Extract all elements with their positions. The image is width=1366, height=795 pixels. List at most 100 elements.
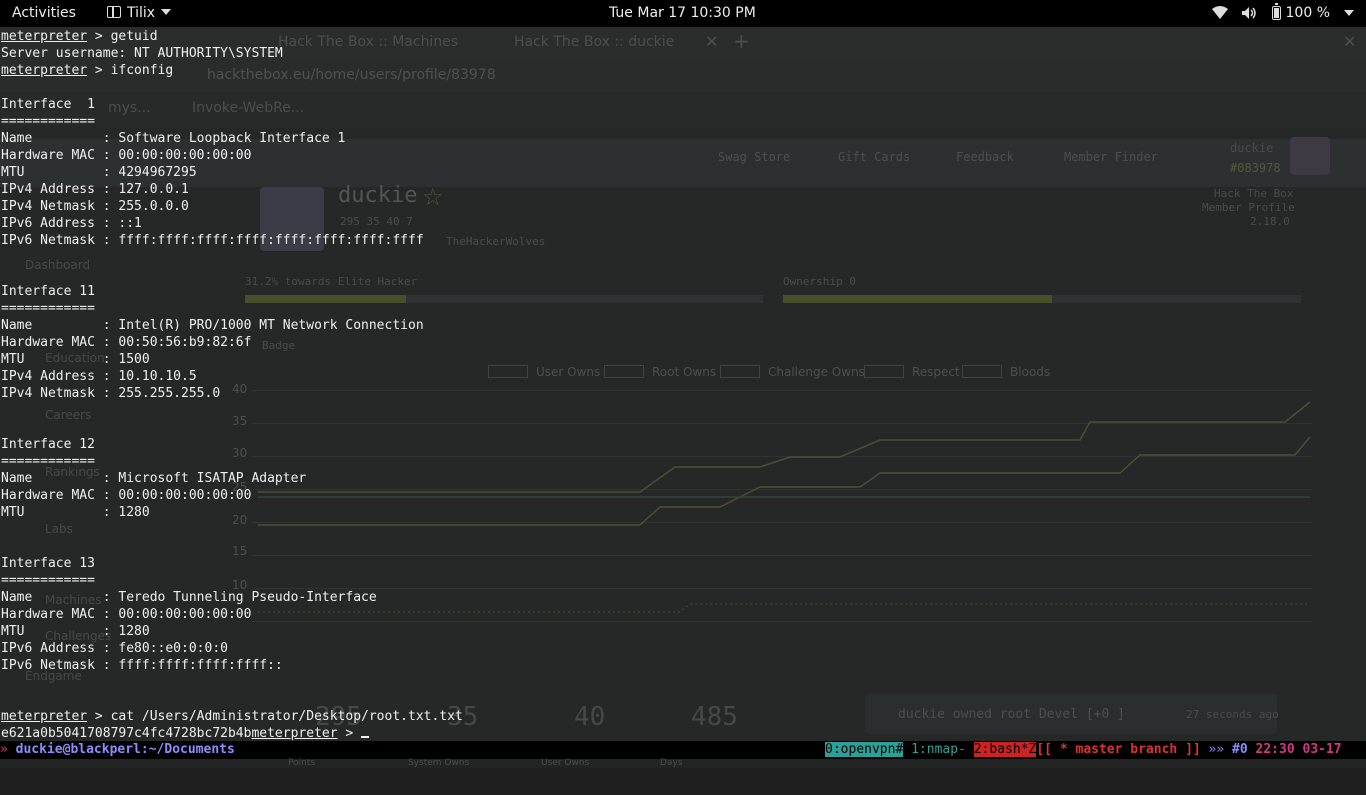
terminal-line: Interface 12 bbox=[1, 436, 463, 453]
terminal-line: e621a0b5041708797c4fc4728bc72b4bmeterpre… bbox=[1, 725, 463, 742]
terminal-text: MTU : 1280 bbox=[1, 505, 150, 520]
terminal-text: Hardware MAC : 00:00:00:00:00:00 bbox=[1, 607, 252, 622]
status-segment: duckie@blackperl:~/Documents bbox=[15, 742, 235, 757]
status-segment: » bbox=[0, 742, 16, 757]
battery-percent: 100 % bbox=[1285, 5, 1330, 21]
terminal-line: meterpreter > getuid bbox=[1, 28, 463, 45]
background-stat-labels: Points System Owns User Owns Days bbox=[0, 758, 1366, 768]
prompt-label: meterpreter bbox=[1, 709, 88, 724]
terminal-text: IPv4 Address : 10.10.10.5 bbox=[1, 369, 197, 384]
terminal-line: meterpreter > cat /Users/Administrator/D… bbox=[1, 708, 463, 725]
stat-label-points: Points bbox=[288, 758, 316, 768]
terminal-line: Interface 11 bbox=[1, 283, 463, 300]
terminal-text: Name : Software Loopback Interface 1 bbox=[1, 131, 346, 146]
prompt-label: meterpreter bbox=[1, 63, 88, 78]
terminal-line: Name : Microsoft ISATAP Adapter bbox=[1, 470, 463, 487]
terminal-line: Hardware MAC : 00:00:00:00:00:00 bbox=[1, 147, 463, 164]
terminal-line: Server username: NT AUTHORITY\SYSTEM bbox=[1, 45, 463, 62]
prompt-label: meterpreter bbox=[251, 726, 338, 741]
system-menu-caret-icon bbox=[1344, 10, 1354, 16]
terminal-line: Name : Software Loopback Interface 1 bbox=[1, 130, 463, 147]
status-segment: [[ * master branch ]] bbox=[1036, 742, 1201, 757]
stat-label-system-owns: System Owns bbox=[408, 758, 470, 768]
terminal-line: MTU : 4294967295 bbox=[1, 164, 463, 181]
terminal-text: Hardware MAC : 00:50:56:b9:82:6f bbox=[1, 335, 252, 350]
wifi-icon bbox=[1211, 6, 1228, 19]
stat-label-user-owns: User Owns bbox=[541, 758, 590, 768]
terminal-text: Interface 1 bbox=[1, 97, 95, 112]
terminal-line: IPv6 Netmask : ffff:ffff:ffff:ffff:ffff:… bbox=[1, 232, 463, 249]
terminal-text: MTU : 4294967295 bbox=[1, 165, 197, 180]
clock[interactable]: Tue Mar 17 10:30 PM bbox=[609, 5, 756, 21]
terminal-line: IPv4 Address : 127.0.0.1 bbox=[1, 181, 463, 198]
activities-button[interactable]: Activities bbox=[12, 5, 76, 21]
terminal-line: IPv4 Netmask : 255.0.0.0 bbox=[1, 198, 463, 215]
tilix-app-icon bbox=[107, 6, 121, 18]
terminal-cursor bbox=[361, 736, 370, 738]
terminal-line: IPv6 Address : fe80::e0:0:0:0 bbox=[1, 640, 463, 657]
terminal-text: IPv4 Address : 127.0.0.1 bbox=[1, 182, 189, 197]
terminal-line: Hardware MAC : 00:50:56:b9:82:6f bbox=[1, 334, 463, 351]
status-segment: 0:openvpn# bbox=[825, 742, 904, 757]
terminal-line: Interface 1 bbox=[1, 96, 463, 113]
terminal-text: IPv6 Address : ::1 bbox=[1, 216, 142, 231]
terminal-output[interactable]: meterpreter > getuid Server username: NT … bbox=[1, 28, 463, 742]
terminal-text: IPv4 Netmask : 255.255.255.0 bbox=[1, 386, 221, 401]
app-name: Tilix bbox=[127, 5, 156, 21]
status-left: » duckie@blackperl:~/Documents bbox=[0, 741, 235, 759]
tmux-status-bar: » duckie@blackperl:~/Documents 0:openvpn… bbox=[0, 741, 1366, 759]
terminal-line: Hardware MAC : 00:00:00:00:00:00 bbox=[1, 606, 463, 623]
terminal-line: Interface 13 bbox=[1, 555, 463, 572]
terminal-line: IPv6 Address : ::1 bbox=[1, 215, 463, 232]
status-segment: 22:30 bbox=[1255, 742, 1303, 757]
terminal-text: ============ bbox=[1, 114, 95, 129]
terminal-line: MTU : 1280 bbox=[1, 504, 463, 521]
terminal-text: Hardware MAC : 00:00:00:00:00:00 bbox=[1, 148, 252, 163]
stat-days: 485 bbox=[691, 702, 738, 732]
terminal-text: ============ bbox=[1, 301, 95, 316]
terminal-text: IPv4 Netmask : 255.0.0.0 bbox=[1, 199, 189, 214]
terminal-text: MTU : 1280 bbox=[1, 624, 150, 639]
caret-down-icon bbox=[161, 9, 172, 15]
terminal-line: IPv4 Address : 10.10.10.5 bbox=[1, 368, 463, 385]
system-tray[interactable]: 100 % bbox=[1211, 3, 1354, 21]
status-segment: 2:bash*Z bbox=[973, 742, 1037, 757]
status-segment: 03-17 bbox=[1302, 742, 1342, 757]
stat-label-days: Days bbox=[660, 758, 683, 768]
prompt-label: meterpreter bbox=[1, 29, 88, 44]
terminal-line: IPv4 Netmask : 255.255.255.0 bbox=[1, 385, 463, 402]
terminal-line: meterpreter > ifconfig bbox=[1, 62, 463, 79]
notification-time: 27 seconds ago bbox=[1186, 708, 1279, 721]
status-right: 0:openvpn# 1:nmap- 2:bash*Z[[ * master b… bbox=[825, 741, 1342, 759]
terminal-text: Interface 11 bbox=[1, 284, 95, 299]
terminal-line: ============ bbox=[1, 113, 463, 130]
terminal-line: ============ bbox=[1, 300, 463, 317]
terminal-text: e621a0b5041708797c4fc4728bc72b4b bbox=[1, 726, 252, 741]
terminal-text: Server username: NT AUTHORITY\SYSTEM bbox=[1, 46, 283, 61]
gnome-top-bar: Activities Tilix Tue Mar 17 10:30 PM 100… bbox=[0, 0, 1366, 27]
terminal-line: ============ bbox=[1, 572, 463, 589]
terminal-line: Hardware MAC : 00:00:00:00:00:00 bbox=[1, 487, 463, 504]
terminal-text: Interface 13 bbox=[1, 556, 95, 571]
terminal-text: > bbox=[337, 726, 362, 741]
battery-icon bbox=[1271, 3, 1281, 20]
terminal-text: ============ bbox=[1, 573, 95, 588]
terminal-line: Name : Teredo Tunneling Pseudo-Interface bbox=[1, 589, 463, 606]
terminal-line: IPv6 Netmask : ffff:ffff:ffff:ffff:: bbox=[1, 657, 463, 674]
terminal-text: IPv6 Netmask : ffff:ffff:ffff:ffff:ffff:… bbox=[1, 233, 424, 248]
status-segment: 1:nmap- bbox=[903, 742, 974, 757]
terminal-text: IPv6 Address : fe80::e0:0:0:0 bbox=[1, 641, 228, 656]
status-segment: #0 bbox=[1232, 742, 1256, 757]
terminal-text: ============ bbox=[1, 454, 95, 469]
terminal-line: MTU : 1280 bbox=[1, 623, 463, 640]
app-menu-button[interactable]: Tilix bbox=[107, 5, 172, 21]
